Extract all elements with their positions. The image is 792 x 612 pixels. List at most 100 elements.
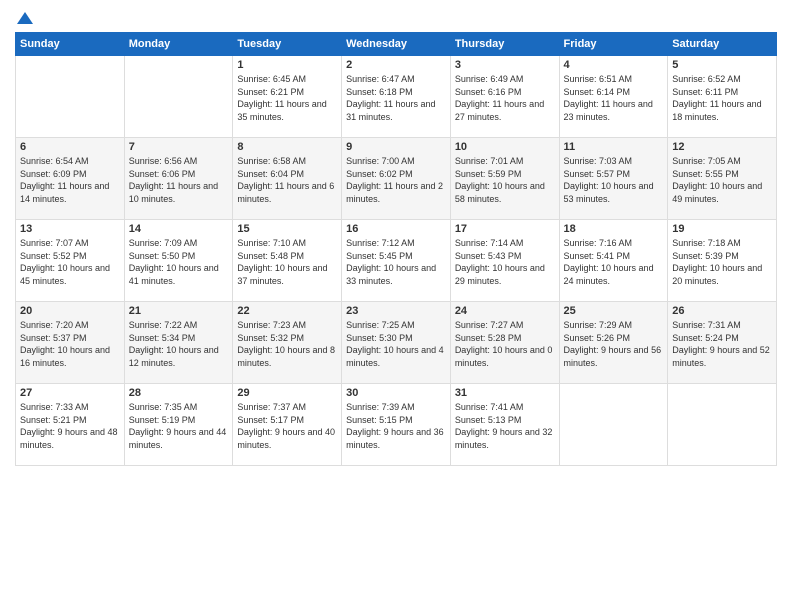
day-of-week-header: Monday: [124, 33, 233, 56]
day-info: Sunrise: 7:07 AM Sunset: 5:52 PM Dayligh…: [20, 237, 120, 287]
day-number: 11: [564, 141, 664, 153]
day-number: 23: [346, 305, 446, 317]
day-number: 3: [455, 59, 555, 71]
day-info: Sunrise: 7:29 AM Sunset: 5:26 PM Dayligh…: [564, 319, 664, 369]
calendar-cell: 20 Sunrise: 7:20 AM Sunset: 5:37 PM Dayli…: [16, 302, 125, 384]
day-number: 10: [455, 141, 555, 153]
day-info: Sunrise: 7:12 AM Sunset: 5:45 PM Dayligh…: [346, 237, 446, 287]
calendar-cell: 27Sunrise: 7:33 AM Sunset: 5:21 PM Dayli…: [16, 384, 125, 466]
calendar-cell: 25 Sunrise: 7:29 AM Sunset: 5:26 PM Dayli…: [559, 302, 668, 384]
calendar-cell: 6 Sunrise: 6:54 AM Sunset: 6:09 PM Daylig…: [16, 138, 125, 220]
calendar-cell: 14 Sunrise: 7:09 AM Sunset: 5:50 PM Dayli…: [124, 220, 233, 302]
calendar-week-row: 20 Sunrise: 7:20 AM Sunset: 5:37 PM Dayli…: [16, 302, 777, 384]
day-of-week-header: Friday: [559, 33, 668, 56]
day-info: Sunrise: 7:01 AM Sunset: 5:59 PM Dayligh…: [455, 155, 555, 205]
day-number: 1: [237, 59, 337, 71]
day-of-week-header: Saturday: [668, 33, 777, 56]
day-info: Sunrise: 6:54 AM Sunset: 6:09 PM Dayligh…: [20, 155, 120, 205]
day-info: Sunrise: 7:27 AM Sunset: 5:28 PM Dayligh…: [455, 319, 555, 369]
day-number: 13: [20, 223, 120, 235]
day-number: 5: [672, 59, 772, 71]
calendar-cell: [559, 384, 668, 466]
day-number: 14: [129, 223, 229, 235]
calendar-cell: 9 Sunrise: 7:00 AM Sunset: 6:02 PM Daylig…: [342, 138, 451, 220]
day-info: Sunrise: 7:20 AM Sunset: 5:37 PM Dayligh…: [20, 319, 120, 369]
calendar-cell: 2 Sunrise: 6:47 AM Sunset: 6:18 PM Daylig…: [342, 56, 451, 138]
calendar-cell: 19 Sunrise: 7:18 AM Sunset: 5:39 PM Dayli…: [668, 220, 777, 302]
day-number: 29: [237, 387, 337, 399]
calendar-cell: 16 Sunrise: 7:12 AM Sunset: 5:45 PM Dayli…: [342, 220, 451, 302]
day-number: 22: [237, 305, 337, 317]
day-info: Sunrise: 7:33 AM Sunset: 5:21 PM Dayligh…: [20, 401, 120, 451]
calendar-cell: [124, 56, 233, 138]
day-number: 24: [455, 305, 555, 317]
day-number: 31: [455, 387, 555, 399]
day-number: 21: [129, 305, 229, 317]
day-info: Sunrise: 7:05 AM Sunset: 5:55 PM Dayligh…: [672, 155, 772, 205]
calendar-cell: 23Sunrise: 7:25 AM Sunset: 5:30 PM Dayli…: [342, 302, 451, 384]
day-info: Sunrise: 7:23 AM Sunset: 5:32 PM Dayligh…: [237, 319, 337, 369]
calendar-cell: 7 Sunrise: 6:56 AM Sunset: 6:06 PM Daylig…: [124, 138, 233, 220]
calendar-cell: 8Sunrise: 6:58 AM Sunset: 6:04 PM Daylig…: [233, 138, 342, 220]
day-info: Sunrise: 6:51 AM Sunset: 6:14 PM Dayligh…: [564, 73, 664, 123]
day-info: Sunrise: 7:10 AM Sunset: 5:48 PM Dayligh…: [237, 237, 337, 287]
day-number: 9: [346, 141, 446, 153]
calendar-cell: 17Sunrise: 7:14 AM Sunset: 5:43 PM Dayli…: [450, 220, 559, 302]
calendar-cell: 28Sunrise: 7:35 AM Sunset: 5:19 PM Dayli…: [124, 384, 233, 466]
calendar-cell: 3 Sunrise: 6:49 AM Sunset: 6:16 PM Daylig…: [450, 56, 559, 138]
day-info: Sunrise: 7:09 AM Sunset: 5:50 PM Dayligh…: [129, 237, 229, 287]
day-number: 26: [672, 305, 772, 317]
day-info: Sunrise: 6:49 AM Sunset: 6:16 PM Dayligh…: [455, 73, 555, 123]
calendar-cell: 5Sunrise: 6:52 AM Sunset: 6:11 PM Daylig…: [668, 56, 777, 138]
calendar-cell: 31 Sunrise: 7:41 AM Sunset: 5:13 PM Dayli…: [450, 384, 559, 466]
day-number: 19: [672, 223, 772, 235]
calendar-table: SundayMondayTuesdayWednesdayThursdayFrid…: [15, 32, 777, 466]
day-number: 16: [346, 223, 446, 235]
calendar-cell: 29 Sunrise: 7:37 AM Sunset: 5:17 PM Dayli…: [233, 384, 342, 466]
day-number: 7: [129, 141, 229, 153]
day-info: Sunrise: 7:16 AM Sunset: 5:41 PM Dayligh…: [564, 237, 664, 287]
calendar-cell: 13 Sunrise: 7:07 AM Sunset: 5:52 PM Dayli…: [16, 220, 125, 302]
day-info: Sunrise: 7:41 AM Sunset: 5:13 PM Dayligh…: [455, 401, 555, 451]
page: SundayMondayTuesdayWednesdayThursdayFrid…: [0, 0, 792, 612]
calendar-cell: 18Sunrise: 7:16 AM Sunset: 5:41 PM Dayli…: [559, 220, 668, 302]
logo: [15, 10, 34, 24]
calendar-cell: 10 Sunrise: 7:01 AM Sunset: 5:59 PM Dayli…: [450, 138, 559, 220]
calendar-week-row: 27Sunrise: 7:33 AM Sunset: 5:21 PM Dayli…: [16, 384, 777, 466]
day-of-week-header: Tuesday: [233, 33, 342, 56]
day-info: Sunrise: 7:37 AM Sunset: 5:17 PM Dayligh…: [237, 401, 337, 451]
calendar-cell: 24 Sunrise: 7:27 AM Sunset: 5:28 PM Dayli…: [450, 302, 559, 384]
calendar-header-row: SundayMondayTuesdayWednesdayThursdayFrid…: [16, 33, 777, 56]
calendar-cell: 15 Sunrise: 7:10 AM Sunset: 5:48 PM Dayli…: [233, 220, 342, 302]
day-number: 12: [672, 141, 772, 153]
day-info: Sunrise: 6:58 AM Sunset: 6:04 PM Dayligh…: [237, 155, 337, 205]
day-number: 17: [455, 223, 555, 235]
calendar-cell: 4 Sunrise: 6:51 AM Sunset: 6:14 PM Daylig…: [559, 56, 668, 138]
day-info: Sunrise: 6:56 AM Sunset: 6:06 PM Dayligh…: [129, 155, 229, 205]
day-info: Sunrise: 6:47 AM Sunset: 6:18 PM Dayligh…: [346, 73, 446, 123]
calendar-cell: 30 Sunrise: 7:39 AM Sunset: 5:15 PM Dayli…: [342, 384, 451, 466]
day-of-week-header: Wednesday: [342, 33, 451, 56]
calendar-week-row: 6 Sunrise: 6:54 AM Sunset: 6:09 PM Daylig…: [16, 138, 777, 220]
calendar-cell: [668, 384, 777, 466]
day-number: 30: [346, 387, 446, 399]
calendar-cell: 12 Sunrise: 7:05 AM Sunset: 5:55 PM Dayli…: [668, 138, 777, 220]
day-of-week-header: Sunday: [16, 33, 125, 56]
day-number: 20: [20, 305, 120, 317]
day-number: 15: [237, 223, 337, 235]
day-info: Sunrise: 7:35 AM Sunset: 5:19 PM Dayligh…: [129, 401, 229, 451]
header: [15, 10, 777, 24]
day-info: Sunrise: 7:22 AM Sunset: 5:34 PM Dayligh…: [129, 319, 229, 369]
day-info: Sunrise: 7:31 AM Sunset: 5:24 PM Dayligh…: [672, 319, 772, 369]
calendar-cell: 22 Sunrise: 7:23 AM Sunset: 5:32 PM Dayli…: [233, 302, 342, 384]
calendar-week-row: 1 Sunrise: 6:45 AM Sunset: 6:21 PM Daylig…: [16, 56, 777, 138]
day-info: Sunrise: 7:39 AM Sunset: 5:15 PM Dayligh…: [346, 401, 446, 451]
day-number: 2: [346, 59, 446, 71]
day-info: Sunrise: 7:00 AM Sunset: 6:02 PM Dayligh…: [346, 155, 446, 205]
day-info: Sunrise: 6:45 AM Sunset: 6:21 PM Dayligh…: [237, 73, 337, 123]
day-info: Sunrise: 7:18 AM Sunset: 5:39 PM Dayligh…: [672, 237, 772, 287]
day-info: Sunrise: 7:03 AM Sunset: 5:57 PM Dayligh…: [564, 155, 664, 205]
day-number: 25: [564, 305, 664, 317]
day-number: 4: [564, 59, 664, 71]
day-number: 6: [20, 141, 120, 153]
